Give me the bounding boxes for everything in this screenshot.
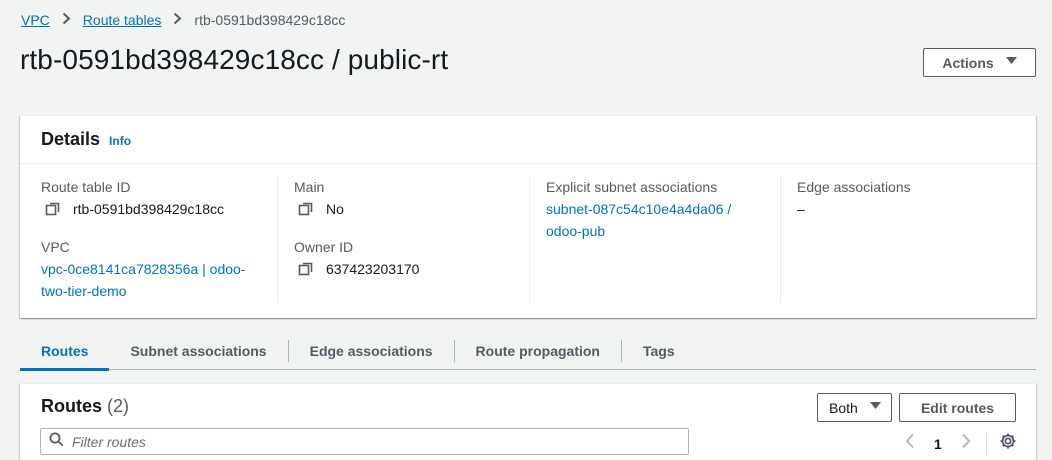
caret-down-icon xyxy=(1005,57,1017,68)
tab-routes[interactable]: Routes xyxy=(20,332,110,371)
tab-bar: Routes Subnet associations Edge associat… xyxy=(20,332,1036,371)
edit-routes-button[interactable]: Edit routes xyxy=(899,393,1016,422)
breadcrumb: VPC Route tables rtb-0591bd398429c18cc xyxy=(21,12,345,28)
chevron-right-icon[interactable] xyxy=(956,433,976,454)
routes-title-text: Routes xyxy=(41,396,103,416)
details-column-1: Route table ID rtb-0591bd398429c18cc VPC… xyxy=(41,176,277,303)
route-filter-select[interactable]: Both xyxy=(817,393,892,422)
breadcrumb-vpc[interactable]: VPC xyxy=(21,12,50,28)
owner-id-label: Owner ID xyxy=(294,239,354,255)
details-header: Details Info xyxy=(20,116,1036,164)
main-label: Main xyxy=(294,179,325,195)
pagination: 1 xyxy=(900,432,1017,455)
routes-count: (2) xyxy=(107,396,130,416)
routes-title: Routes (2) xyxy=(41,396,129,417)
edge-associations-label: Edge associations xyxy=(797,179,911,195)
page-title: rtb-0591bd398429c18cc / public-rt xyxy=(20,44,449,75)
vpc-link[interactable]: vpc-0ce8141ca7828356a | odoo-two-tier-de… xyxy=(41,258,261,302)
owner-id-text: 637423203170 xyxy=(326,261,420,277)
caret-down-icon xyxy=(870,402,881,413)
owner-id-value: 637423203170 xyxy=(294,258,529,280)
breadcrumb-current: rtb-0591bd398429c18cc xyxy=(194,12,346,28)
filter-routes-field xyxy=(40,428,689,455)
chevron-left-icon[interactable] xyxy=(900,433,920,454)
explicit-subnet-label: Explicit subnet associations xyxy=(546,179,718,195)
copy-icon[interactable] xyxy=(298,201,314,217)
details-column-3: Explicit subnet associations subnet-087c… xyxy=(529,176,781,303)
route-table-id-text: rtb-0591bd398429c18cc xyxy=(73,201,225,217)
details-title: Details xyxy=(41,129,101,149)
details-column-4: Edge associations – xyxy=(780,176,1030,303)
routes-panel: Routes (2) Both Edit routes 1 xyxy=(20,383,1036,460)
details-column-2: Main No Owner ID 637423203170 xyxy=(277,176,529,303)
gear-icon[interactable] xyxy=(999,432,1017,455)
tab-route-propagation[interactable]: Route propagation xyxy=(455,332,621,370)
pager-divider xyxy=(985,433,987,454)
copy-icon[interactable] xyxy=(298,261,314,277)
route-filter-select-value: Both xyxy=(829,399,858,416)
page-number[interactable]: 1 xyxy=(934,436,942,452)
route-table-id-label: Route table ID xyxy=(41,179,131,195)
details-panel: Details Info Route table ID rtb-0591bd39… xyxy=(20,115,1036,318)
chevron-right-icon xyxy=(62,12,71,28)
explicit-subnet-link[interactable]: subnet-087c54c10e4a4da06 / odoo-pub xyxy=(546,198,756,242)
tab-tags[interactable]: Tags xyxy=(622,332,696,370)
vpc-label: VPC xyxy=(41,239,70,255)
filter-routes-input[interactable] xyxy=(72,433,672,450)
chevron-right-icon xyxy=(173,12,182,28)
actions-label: Actions xyxy=(942,54,994,71)
actions-button[interactable]: Actions xyxy=(923,48,1036,77)
tab-subnet-associations[interactable]: Subnet associations xyxy=(109,332,287,370)
tab-edge-associations[interactable]: Edge associations xyxy=(289,332,454,370)
edge-associations-value: – xyxy=(797,201,805,217)
breadcrumb-route-tables[interactable]: Route tables xyxy=(83,12,162,28)
search-icon xyxy=(49,432,64,452)
main-value-text: No xyxy=(326,201,344,217)
main-value: No xyxy=(294,198,529,220)
route-table-id-value: rtb-0591bd398429c18cc xyxy=(41,198,277,220)
copy-icon[interactable] xyxy=(45,201,61,217)
info-link[interactable]: Info xyxy=(109,134,131,148)
